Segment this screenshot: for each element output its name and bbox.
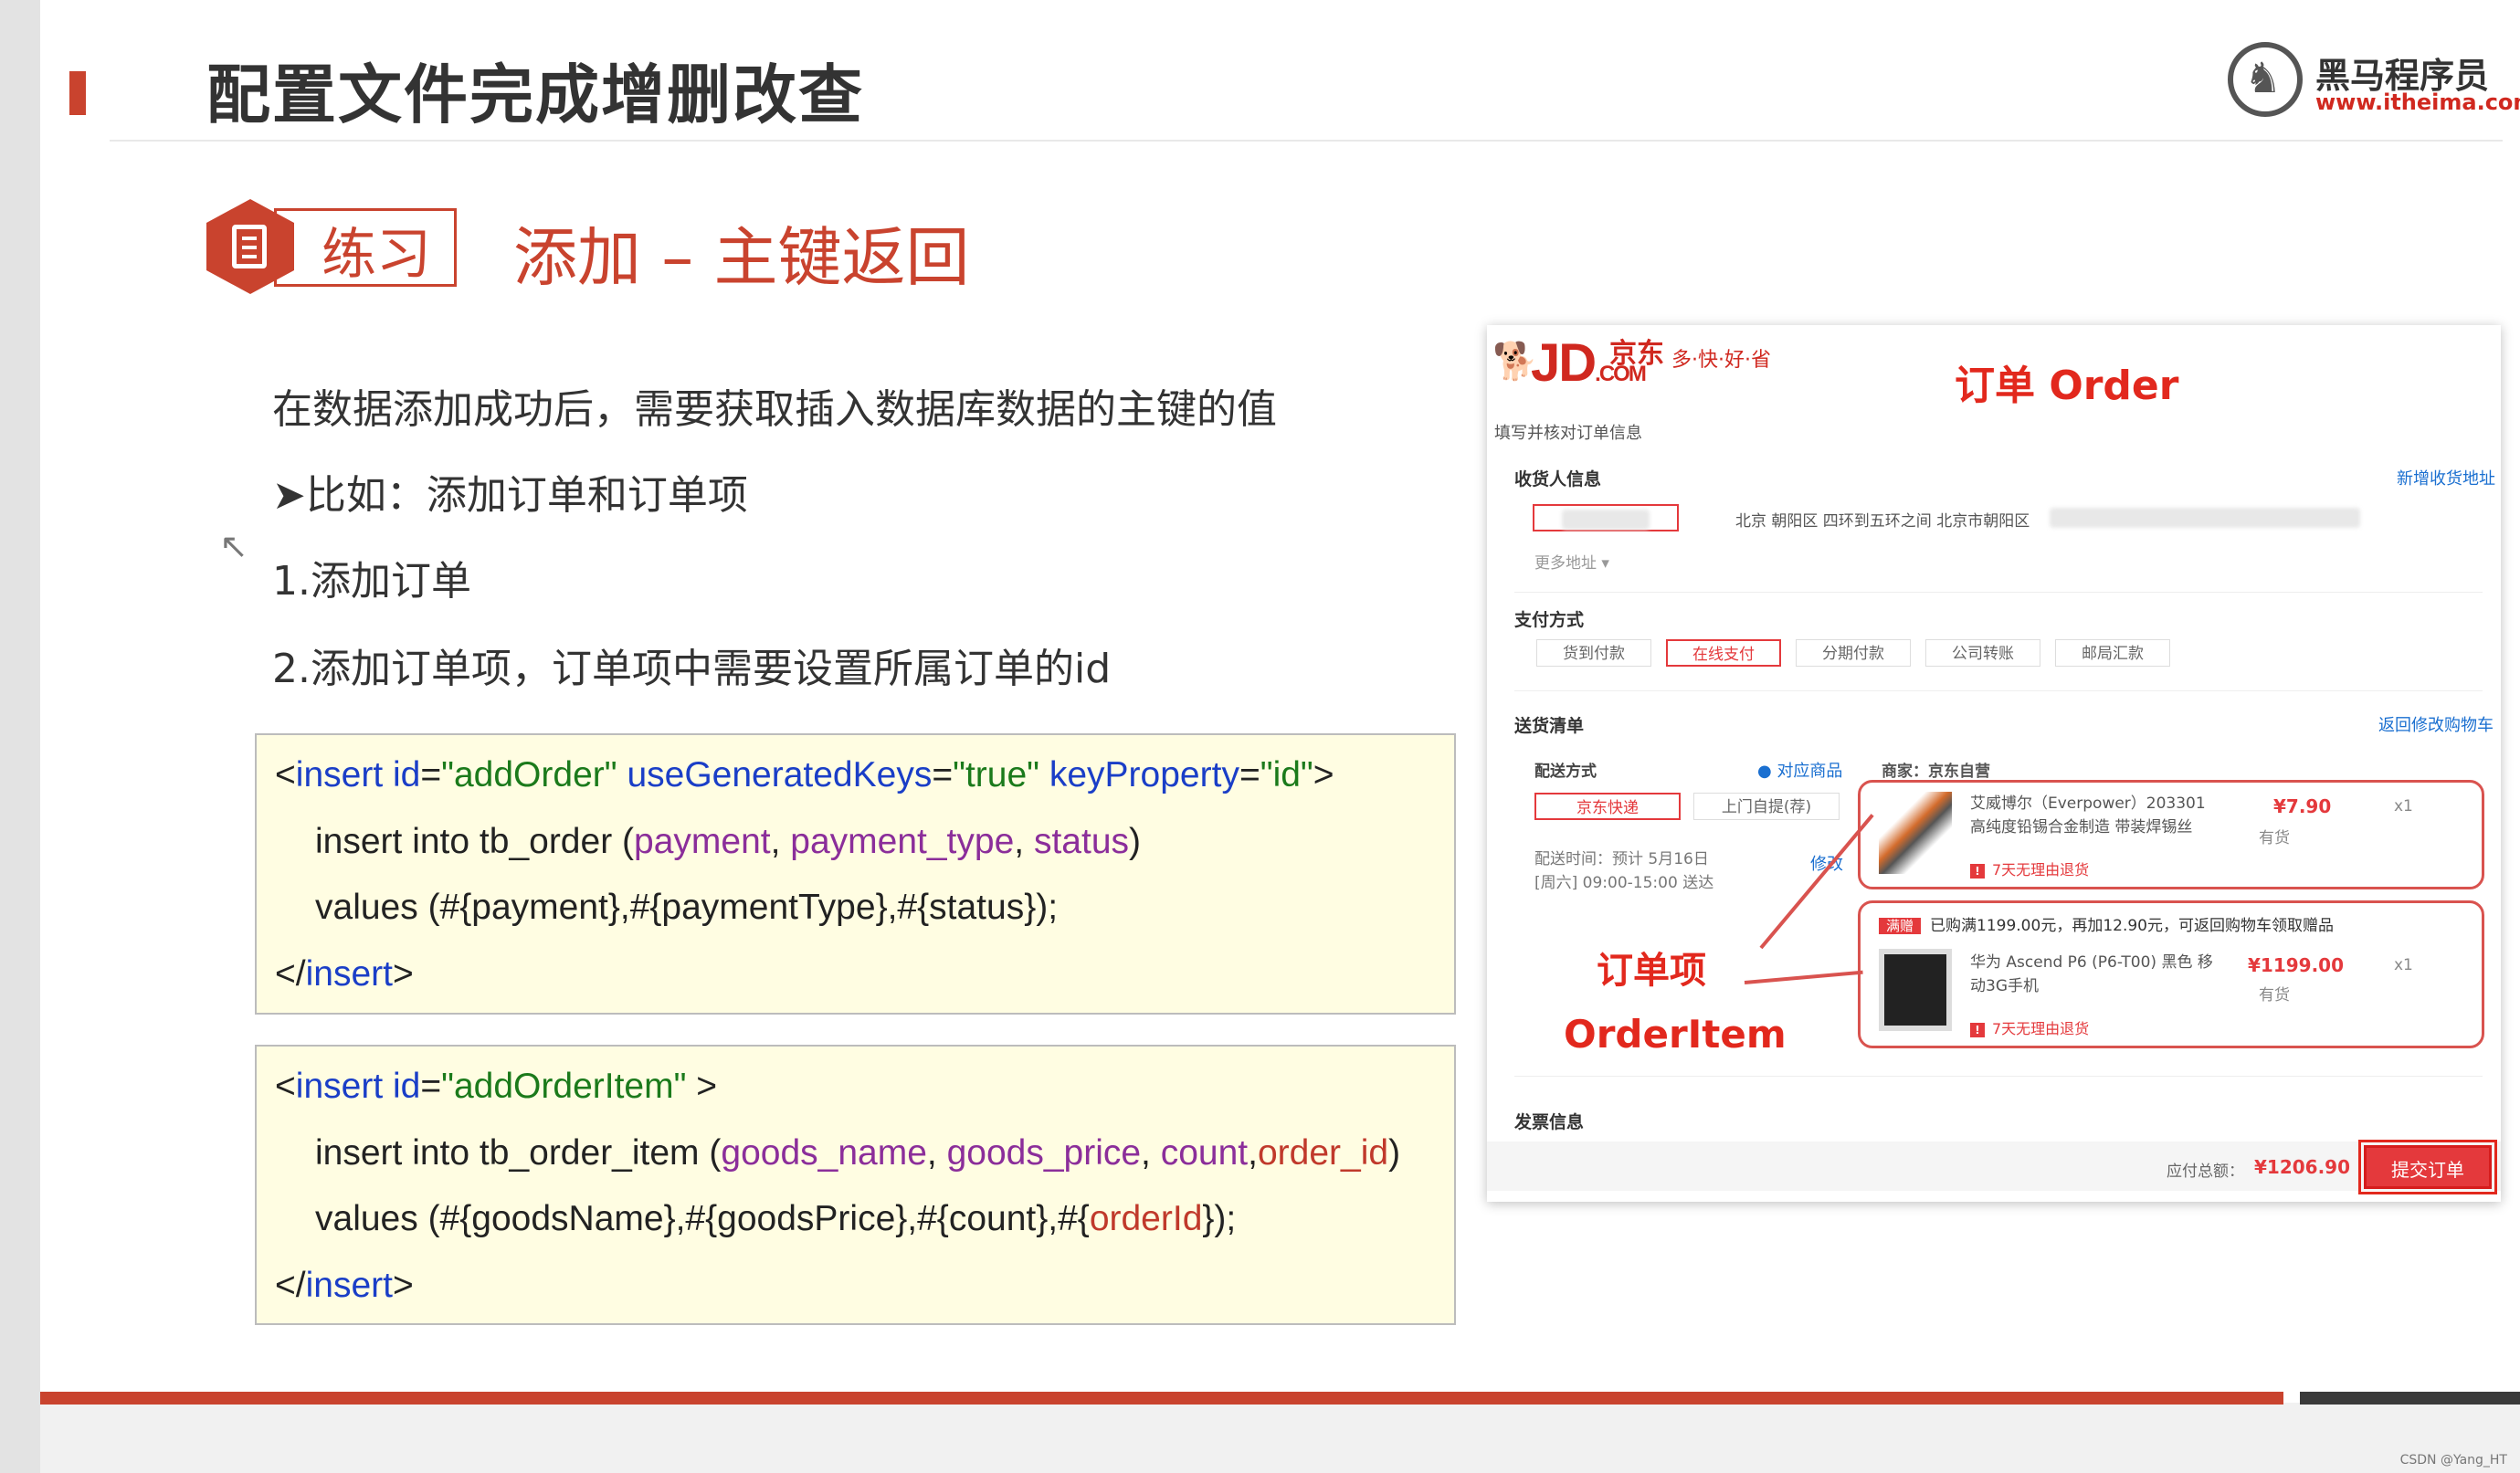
- left-margin-strip: [0, 0, 40, 1473]
- code-line: insert into tb_order (payment, payment_t…: [315, 822, 1142, 861]
- bullet-step-2: 2.添加订单项，订单项中需要设置所属订单的id: [272, 646, 1112, 692]
- code-line: values (#{payment},#{paymentType},#{stat…: [315, 888, 1059, 927]
- title-divider: [110, 140, 2503, 142]
- bullet-example: ➤比如：添加订单和订单项: [272, 472, 748, 519]
- annotation-arrow: [1744, 970, 1863, 984]
- product-stock: 有货: [2259, 986, 2290, 1005]
- order-item-2: 满赠 已购满1199.00元，再加12.90元，可返回购物车领取赠品 华为 Asc…: [1858, 900, 2484, 1048]
- jd-page-subtitle: 填写并核对订单信息: [1494, 424, 1642, 443]
- slide-subtitle: 添加 – 主键返回: [513, 220, 970, 295]
- delivery-time: 配送时间：预计 5月16日[周六] 09:00-15:00 送达: [1534, 850, 1714, 892]
- delivery-option[interactable]: 上门自提(荐): [1693, 793, 1840, 820]
- payment-option-selected[interactable]: 在线支付: [1666, 639, 1781, 667]
- title-accent-bar: [69, 71, 86, 115]
- code-line: values (#{goodsName},#{goodsPrice},#{cou…: [315, 1199, 1237, 1238]
- logo-url: www.itheima.com: [2315, 89, 2520, 115]
- product-name[interactable]: 华为 Ascend P6 (P6-T00) 黑色 移动3G手机: [1970, 951, 2217, 998]
- order-item-1: 艾威博尔（Everpower）203301 高纯度铅锡合金制造 带装焊锡丝 ¥7…: [1858, 780, 2484, 889]
- more-address-link[interactable]: 更多地址 ▾: [1534, 550, 1609, 573]
- section-divider: [1514, 690, 2483, 691]
- warning-icon: !: [1970, 864, 1985, 879]
- code-block-add-order-item: <insert id="addOrderItem" > insert into …: [255, 1045, 1456, 1325]
- delivery-option-selected[interactable]: 京东快递: [1534, 793, 1681, 820]
- jd-slogan: 多·快·好·省: [1671, 349, 1771, 372]
- bullet-intro: 在数据添加成功后，需要获取插入数据库数据的主键的值: [272, 386, 1277, 433]
- product-qty: x1: [2394, 797, 2413, 815]
- receiver-name-selector[interactable]: [1533, 504, 1679, 531]
- product-price: ¥1199.00: [2248, 954, 2345, 976]
- payment-option[interactable]: 公司转账: [1925, 639, 2040, 667]
- bullet-step-1: 1.添加订单: [272, 558, 471, 605]
- product-stock: 有货: [2259, 829, 2290, 847]
- annotation-order-item-cn: 订单项: [1597, 950, 1706, 992]
- footer-accent-bar: [40, 1392, 2283, 1405]
- jd-logo-cn: 京东: [1609, 338, 1664, 370]
- slide-title: 配置文件完成增删改查: [206, 58, 864, 132]
- code-line: </insert>: [275, 1266, 414, 1305]
- annotation-arrow: [1759, 814, 1874, 950]
- product-image-phone: [1879, 949, 1952, 1031]
- payment-option[interactable]: 货到付款: [1536, 639, 1651, 667]
- section-divider: [1514, 1076, 2483, 1077]
- product-qty: x1: [2394, 956, 2413, 974]
- blurred-address: [2050, 508, 2360, 528]
- warning-icon: !: [1970, 1023, 1985, 1037]
- annotation-order-item-en: OrderItem: [1564, 1012, 1787, 1057]
- jd-order-screenshot: 🐕 JD.COM 京东 多·快·好·省 订单 Order 填写并核对订单信息 收…: [1487, 325, 2501, 1202]
- invoice-section-title: 发票信息: [1514, 1112, 1585, 1132]
- jd-header: 🐕 JD.COM 京东 多·快·好·省 订单 Order: [1487, 325, 2501, 416]
- payment-option[interactable]: 分期付款: [1796, 639, 1911, 667]
- return-policy: ! 7天无理由退货: [1970, 857, 2089, 879]
- code-line: <insert id="addOrder" useGeneratedKeys="…: [275, 755, 1334, 794]
- receiver-section-title: 收货人信息: [1514, 469, 1602, 489]
- horse-glyph-icon: ♞: [2244, 53, 2283, 102]
- info-icon: ●: [1757, 762, 1777, 781]
- payment-option[interactable]: 邮局汇款: [2055, 639, 2170, 667]
- payment-section-title: 支付方式: [1514, 610, 1585, 630]
- code-block-add-order: <insert id="addOrder" useGeneratedKeys="…: [255, 733, 1456, 1015]
- footer-dark-bar: [2300, 1392, 2520, 1405]
- seller-label: 商家：京东自营: [1882, 763, 1990, 781]
- watermark: CSDN @Yang_HT: [2399, 1453, 2507, 1468]
- product-price: ¥7.90: [2273, 795, 2332, 817]
- matched-goods-link[interactable]: ● 对应商品: [1757, 758, 1842, 782]
- exercise-badge-label: 练习: [322, 223, 431, 287]
- mouse-pointer-icon: ↖: [219, 526, 248, 566]
- section-divider: [1514, 592, 2483, 593]
- submit-order-button[interactable]: 提交订单: [2358, 1140, 2497, 1194]
- promo-banner: 满赠 已购满1199.00元，再加12.90元，可返回购物车领取赠品: [1879, 912, 2334, 935]
- annotation-order: 订单 Order: [1955, 363, 2179, 409]
- new-address-link[interactable]: 新增收货地址: [2397, 466, 2495, 489]
- receiver-address: 北京 朝阳区 四环到五环之间 北京市朝阳区: [1735, 512, 2030, 531]
- delivery-label: 配送方式: [1534, 763, 1597, 781]
- back-to-cart-link[interactable]: 返回修改购物车: [2378, 712, 2494, 736]
- total-label: 应付总额：: [2167, 1163, 2244, 1181]
- product-image-solder: [1879, 792, 1952, 874]
- code-line: insert into tb_order_item (goods_name, g…: [315, 1133, 1401, 1173]
- product-name[interactable]: 艾威博尔（Everpower）203301 高纯度铅锡合金制造 带装焊锡丝: [1970, 792, 2217, 839]
- code-line: </insert>: [275, 954, 414, 994]
- itheima-logo: ♞ 黑马程序员 www.itheima.com: [2228, 38, 2520, 121]
- return-policy: ! 7天无理由退货: [1970, 1016, 2089, 1038]
- goods-section-title: 送货清单: [1514, 716, 1585, 736]
- total-value: ¥1206.90: [2254, 1156, 2351, 1178]
- code-line: <insert id="addOrderItem" >: [275, 1067, 718, 1106]
